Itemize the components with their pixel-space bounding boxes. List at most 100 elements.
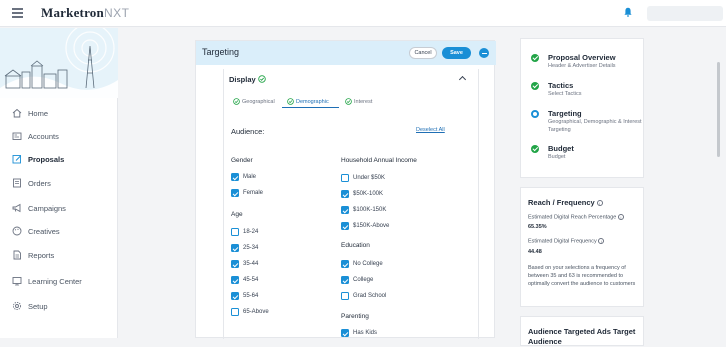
checkbox-25-34[interactable]: 25-34 [231, 243, 258, 253]
checkbox[interactable] [341, 206, 349, 214]
checkbox-grad-school[interactable]: Grad School [341, 291, 386, 301]
sidebar-item-reports[interactable]: Reports [0, 244, 118, 266]
checkbox[interactable] [231, 189, 239, 197]
tab-interest[interactable]: Interest [345, 98, 372, 105]
audience-targeted-card: Audience Targeted Ads Target Audience [520, 316, 644, 346]
collapse-icon[interactable] [479, 48, 489, 58]
info-icon[interactable]: i [596, 200, 603, 207]
top-bar: MarketronNXT [0, 0, 726, 27]
sidebar-item-creatives[interactable]: Creatives [0, 220, 118, 242]
reach-title: Reach / Frequency i [528, 198, 603, 207]
app-logo[interactable]: MarketronNXT [41, 5, 129, 21]
checkbox[interactable] [231, 228, 239, 236]
tab-geographical[interactable]: Geographical [233, 98, 275, 105]
sidebar-item-proposals[interactable]: Proposals [0, 148, 118, 170]
checkbox-female[interactable]: Female [231, 188, 263, 198]
proposal-steps: Proposal Overview Header & Advertiser De… [520, 38, 644, 178]
check-circle-icon [531, 54, 539, 62]
tab-label: Geographical [242, 98, 275, 105]
display-title: Display [229, 75, 256, 84]
sidebar-item-label: Setup [28, 301, 48, 311]
checkbox[interactable] [341, 222, 349, 230]
checkbox[interactable] [231, 308, 239, 316]
orders-icon [13, 178, 21, 188]
checkbox-100k-150k[interactable]: $100K-150K [341, 205, 386, 215]
sidebar-item-orders[interactable]: Orders [0, 172, 118, 194]
checkbox-label: $100K-150K [353, 207, 387, 213]
check-circle-icon [345, 98, 352, 105]
checkbox-label: Male [243, 174, 257, 180]
palette-icon [12, 226, 22, 236]
learning-icon [12, 277, 22, 286]
step-title: Targeting [548, 109, 582, 118]
cancel-button[interactable]: Cancel [409, 47, 437, 59]
checkbox[interactable] [341, 276, 349, 284]
checkbox-has-kids[interactable]: Has Kids [341, 328, 377, 338]
sidebar-item-learning-center[interactable]: Learning Center [0, 270, 118, 292]
checkbox-150k-above[interactable]: $150K-Above [341, 221, 389, 231]
freq-label-text: Estimated Digital Frequency [528, 238, 597, 245]
checkbox-18-24[interactable]: 18-24 [231, 227, 258, 237]
gender-heading: Gender [231, 157, 253, 164]
menu-icon[interactable] [12, 8, 23, 18]
check-circle-icon [531, 82, 539, 90]
checkbox[interactable] [231, 244, 239, 252]
accounts-icon [12, 132, 22, 140]
info-icon[interactable]: i [617, 214, 624, 220]
info-icon[interactable]: i [598, 238, 605, 244]
sidebar-item-setup[interactable]: Setup [0, 295, 118, 317]
checkbox[interactable] [231, 173, 239, 181]
checkbox-45-54[interactable]: 45-54 [231, 275, 258, 285]
checkbox-65-above[interactable]: 65-Above [231, 307, 269, 317]
step-desc: Header & Advertiser Details [548, 63, 616, 69]
checkbox[interactable] [231, 276, 239, 284]
check-circle-icon [233, 98, 240, 105]
sidebar-item-home[interactable]: Home [0, 102, 118, 124]
checkbox[interactable] [341, 174, 349, 182]
checkbox[interactable] [341, 190, 349, 198]
sidebar-item-accounts[interactable]: Accounts [0, 125, 118, 147]
sidebar-item-label: Learning Center [28, 276, 82, 286]
targeting-panel: Targeting Cancel Save Display Geographic… [195, 40, 496, 339]
proposals-icon [12, 155, 22, 164]
checkbox-55-64[interactable]: 55-64 [231, 291, 258, 301]
gear-icon [12, 301, 22, 311]
step-title: Proposal Overview [548, 53, 616, 62]
display-section: Display Geographical Demographic Interes… [223, 69, 479, 339]
sidebar-item-label: Home [28, 108, 49, 118]
checkbox-label: College [353, 277, 374, 283]
tab-demographic[interactable]: Demographic [287, 98, 329, 105]
active-tab-indicator [282, 107, 339, 108]
bell-icon[interactable] [624, 7, 632, 17]
checkbox[interactable] [341, 329, 349, 337]
checkbox-35-44[interactable]: 35-44 [231, 259, 258, 269]
checkbox-label: 65-Above [243, 309, 269, 315]
checkbox[interactable] [231, 292, 239, 300]
check-circle-icon [258, 75, 266, 83]
checkbox-no-college[interactable]: No College [341, 259, 383, 269]
chevron-up-icon[interactable] [458, 75, 467, 84]
frequency-recommendation: Based on your selections a frequency of … [528, 265, 636, 287]
save-button[interactable]: Save [442, 47, 471, 59]
user-menu[interactable] [647, 6, 723, 21]
checkbox[interactable] [341, 292, 349, 300]
checkbox-male[interactable]: Male [231, 172, 256, 182]
step-title: Budget [548, 144, 574, 153]
deselect-all-link[interactable]: Deselect All [416, 126, 446, 135]
sidebar-item-campaigns[interactable]: Campaigns [0, 197, 118, 219]
checkbox-college[interactable]: College [341, 275, 373, 285]
sidebar-item-label: Campaigns [28, 203, 66, 213]
sidebar-item-label: Reports [28, 250, 55, 260]
page-scrollbar[interactable] [717, 62, 720, 157]
checkbox-50k-100k[interactable]: $50K-100K [341, 189, 383, 199]
checkbox-label: Under $50K [353, 175, 386, 181]
checkbox[interactable] [341, 260, 349, 268]
checkbox[interactable] [231, 260, 239, 268]
education-heading: Education [341, 242, 370, 249]
city-illustration [0, 28, 118, 98]
sidebar-item-label: Accounts [28, 131, 59, 141]
check-circle-icon [531, 145, 539, 153]
sidebar-item-label: Orders [28, 178, 51, 188]
checkbox-label: 25-34 [243, 245, 259, 251]
checkbox-under-50k[interactable]: Under $50K [341, 173, 385, 183]
